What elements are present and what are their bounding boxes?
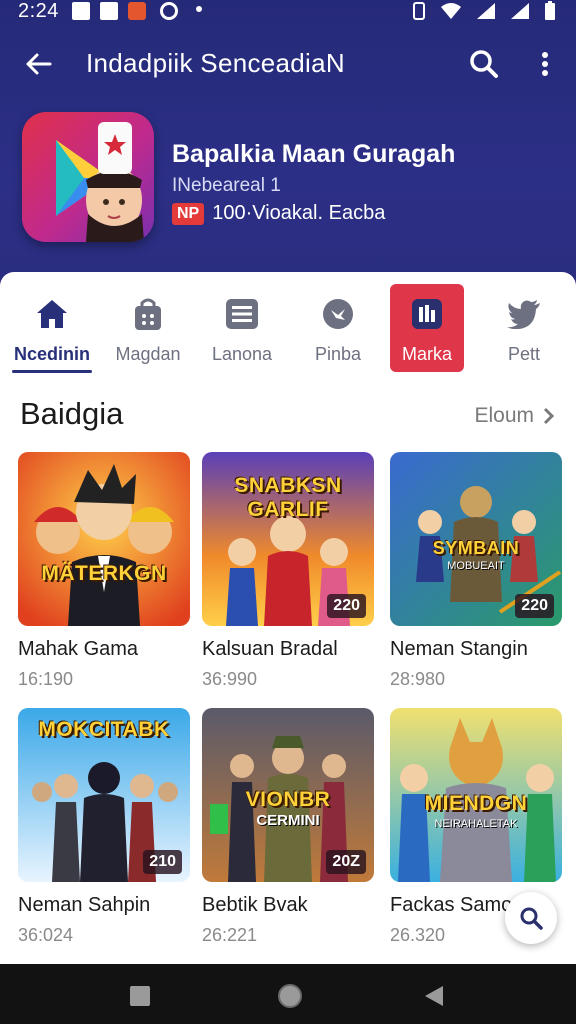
game-meta: 26:221 — [202, 925, 258, 945]
shopping-bag-icon — [130, 296, 166, 332]
signal-icon-2 — [511, 3, 529, 19]
battery-icon — [545, 1, 555, 20]
tab-magdan[interactable]: Magdan — [100, 284, 196, 376]
tab-label: Ncedinin — [13, 344, 90, 364]
content-sheet: Ncedinin Magdan Lanona Pinba Marka Pett … — [0, 272, 576, 964]
mail-icon — [72, 2, 90, 20]
search-button[interactable] — [464, 44, 504, 84]
thumbnail-title: MIENDGN — [424, 792, 528, 815]
signal-icon — [477, 3, 495, 19]
rating-badge: 20Z — [326, 850, 366, 874]
active-tab-indicator — [12, 370, 92, 373]
game-thumbnail: SNABKSN GARLIF 220 — [202, 452, 374, 626]
thumbnail-title: MOKCITABK — [38, 718, 170, 741]
search-icon — [520, 907, 543, 930]
dot-icon — [196, 6, 202, 12]
game-card[interactable]: MÄTERKGN Mahak Gama 16:190 — [18, 452, 190, 690]
app-name: Bapalkia Maan Guragah — [172, 140, 456, 168]
tab-label: Lanona — [211, 344, 273, 364]
app-meta-row: NP 100·Vioakal. Eacba — [172, 202, 385, 225]
game-card[interactable]: SNABKSN GARLIF 220 Kalsuan Bradal 36:990 — [202, 452, 374, 690]
tab-marka[interactable]: Marka — [390, 284, 486, 376]
tab-label: Pett — [507, 344, 541, 364]
status-right-icons — [412, 0, 556, 22]
np-badge: NP — [172, 202, 205, 225]
rating-badge: 220 — [515, 594, 554, 618]
game-title: Bebtik Bvak — [202, 894, 308, 916]
game-meta: 36:024 — [18, 925, 74, 945]
app-subtitle: INebeareal 1 — [172, 175, 281, 196]
thumbnail-subtitle: CERMINI — [256, 812, 320, 829]
tab-pett[interactable]: Pett — [476, 284, 572, 376]
back-nav-button[interactable] — [420, 982, 448, 1010]
tab-label: Magdan — [115, 344, 181, 364]
game-title: Kalsuan Bradal — [202, 638, 338, 660]
tab-lanona[interactable]: Lanona — [194, 284, 290, 376]
game-thumbnail: MOKCITABK 210 — [18, 708, 190, 882]
tab-label: Pinba — [314, 344, 362, 364]
app-bar: Indadpiik SenceadiaN — [0, 36, 576, 92]
game-meta: 16:190 — [18, 669, 74, 689]
more-options-button[interactable] — [530, 44, 560, 84]
game-title: Neman Sahpin — [18, 894, 151, 916]
bar-chart-icon — [409, 296, 445, 332]
chat-bubble-icon — [320, 296, 356, 332]
gallery-icon — [100, 2, 118, 20]
game-card[interactable]: SYMBAIN MOBUEAIT 220 Neman Stangin 28:98… — [390, 452, 562, 690]
floating-search-button[interactable] — [505, 892, 557, 944]
app-bar-title: Indadpiik SenceadiaN — [86, 48, 345, 78]
game-card[interactable]: MOKCITABK 210 Neman Sahpin 36:024 — [18, 708, 190, 946]
tab-ncedinin[interactable]: Ncedinin — [4, 284, 100, 376]
game-title: Mahak Gama — [18, 638, 139, 660]
app-meta: 100·Vioakal. Eacba — [212, 202, 386, 224]
search-icon — [470, 50, 498, 78]
home-icon — [34, 296, 70, 332]
tab-pinba[interactable]: Pinba — [290, 284, 386, 376]
section-title: Baidgia — [20, 396, 124, 431]
status-time: 2:24 — [18, 0, 59, 22]
category-tabs: Ncedinin Magdan Lanona Pinba Marka Pett — [0, 284, 576, 376]
game-thumbnail: MIENDGN NEIRAHALETAK — [390, 708, 562, 882]
bird-icon — [506, 296, 542, 332]
thumbnail-subtitle: MOBUEAIT — [447, 560, 505, 572]
see-more-label: Eloum — [474, 404, 534, 427]
thumbnail-title: VIONBR — [245, 788, 331, 811]
game-meta: 36:990 — [202, 669, 258, 689]
see-more-link[interactable]: Eloum — [474, 404, 554, 428]
game-meta: 28:980 — [390, 669, 446, 689]
chevron-right-icon — [543, 407, 554, 425]
recents-button[interactable] — [126, 982, 154, 1010]
app-icon-art — [56, 122, 144, 242]
sync-icon — [160, 2, 178, 20]
thumbnail-title: SYMBAIN — [432, 538, 520, 558]
square-recents-icon — [130, 986, 150, 1006]
thumbnail-subtitle: NEIRAHALETAK — [434, 818, 518, 830]
triangle-back-icon — [425, 986, 443, 1006]
back-button[interactable] — [18, 46, 58, 82]
thumbnail-title: SNABKSN GARLIF — [234, 474, 342, 521]
rating-badge: 220 — [327, 594, 366, 618]
circle-home-icon — [278, 984, 302, 1008]
more-vertical-icon — [542, 52, 548, 76]
thumbnail-title: MÄTERKGN — [41, 562, 167, 585]
game-thumbnail: SYMBAIN MOBUEAIT 220 — [390, 452, 562, 626]
app-icon — [22, 112, 154, 242]
status-bar: 2:24 — [0, 0, 576, 24]
system-nav-bar — [0, 964, 576, 1024]
list-icon — [224, 296, 260, 332]
tab-label: Marka — [401, 344, 452, 364]
rating-badge: 210 — [143, 850, 182, 874]
notification-app-icon — [128, 2, 146, 20]
wifi-icon — [441, 3, 461, 19]
game-card[interactable]: VIONBR CERMINI 20Z Bebtik Bvak 26:221 — [202, 708, 374, 946]
arrow-left-icon — [26, 53, 52, 75]
home-button[interactable] — [276, 982, 304, 1010]
game-title: Neman Stangin — [390, 638, 528, 660]
game-thumbnail: VIONBR CERMINI 20Z — [202, 708, 374, 882]
vibrate-icon — [413, 2, 425, 20]
game-thumbnail: MÄTERKGN — [18, 452, 190, 626]
